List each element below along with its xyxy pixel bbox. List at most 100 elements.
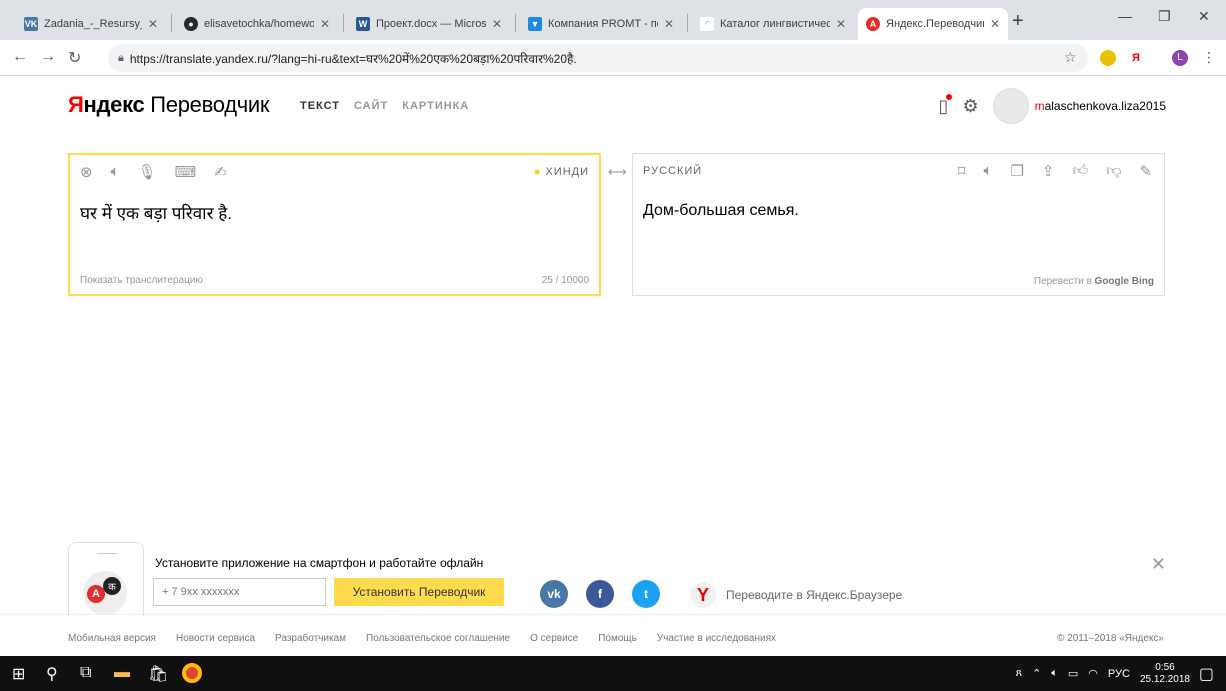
tab-promt[interactable]: ▼ Компания PROMT - пе ✕: [520, 8, 682, 40]
close-icon[interactable]: ✕: [836, 17, 846, 31]
promt-icon: ▼: [528, 17, 542, 31]
tab-title: Zadania_-_Resursy_2018: [44, 18, 142, 30]
source-language-select[interactable]: ● ХИНДИ: [534, 166, 589, 178]
target-language-select[interactable]: РУССКИЙ: [643, 165, 702, 177]
source-text-input[interactable]: घर में एक बड़ा परिवार है.: [80, 201, 232, 224]
menu-kebab-icon[interactable]: ⋮: [1202, 49, 1216, 66]
footer-link-research[interactable]: Участие в исследованиях: [657, 633, 776, 644]
speaker-icon[interactable]: 🔈︎: [983, 162, 992, 180]
settings-gear-icon[interactable]: ⚙: [962, 96, 978, 117]
collections-icon[interactable]: ▯: [939, 93, 953, 117]
word-icon: W: [356, 17, 370, 31]
tab-github[interactable]: ● elisavetochka/homewo ✕: [176, 8, 338, 40]
search-icon[interactable]: ⚲: [46, 664, 58, 684]
store-icon[interactable]: 🛍︎: [148, 664, 168, 684]
battery-icon[interactable]: ▭: [1068, 667, 1078, 680]
extension-icon[interactable]: [1100, 50, 1116, 66]
window-close-icon[interactable]: ✕: [1198, 8, 1210, 25]
minimize-icon[interactable]: —: [1118, 8, 1132, 24]
bookmark-star-icon[interactable]: ☆: [1064, 49, 1077, 66]
chevron-up-icon[interactable]: ⌃: [1032, 667, 1041, 680]
github-icon: ●: [184, 17, 198, 31]
other-engines-link[interactable]: Google Bing: [1095, 276, 1154, 287]
close-icon[interactable]: ✕: [148, 17, 158, 31]
close-icon[interactable]: ✕: [664, 17, 674, 31]
share-icon[interactable]: ⇪: [1042, 162, 1055, 180]
tab-site[interactable]: САЙТ: [354, 100, 388, 112]
new-tab-button[interactable]: +: [1012, 10, 1024, 33]
input-language[interactable]: РУС: [1108, 668, 1130, 680]
transliteration-link[interactable]: Показать транслитерацию: [80, 275, 203, 286]
restore-icon[interactable]: ❐: [1158, 8, 1171, 25]
footer-link-about[interactable]: О сервисе: [530, 633, 578, 644]
char-counter: 25 / 10000: [541, 275, 589, 286]
yandex-browser-link[interactable]: Y Переводите в Яндекс.Браузере: [690, 582, 902, 608]
tab-title: Компания PROMT - пе: [548, 18, 658, 30]
copy-icon[interactable]: ❐: [1010, 162, 1023, 180]
tab-word[interactable]: W Проект.docx — Micros ✕: [348, 8, 510, 40]
windows-start-icon[interactable]: ⊞: [12, 664, 25, 684]
mode-tabs: ТЕКСТ САЙТ КАРТИНКА: [300, 100, 469, 112]
catalog-icon: ◜: [700, 17, 714, 31]
promo-close-icon[interactable]: ✕: [1151, 554, 1166, 575]
url-input[interactable]: 🔒︎ https://translate.yandex.ru/?lang=hi-…: [108, 44, 1088, 72]
tab-title: elisavetochka/homewo: [204, 18, 314, 30]
edit-pencil-icon[interactable]: ✎: [1139, 162, 1152, 180]
vk-icon: VK: [24, 17, 38, 31]
footer-link-developers[interactable]: Разработчикам: [275, 633, 346, 644]
swap-languages-icon[interactable]: ⟷: [608, 164, 627, 180]
people-icon[interactable]: ጸ: [1016, 667, 1022, 680]
system-tray: ጸ ⌃ 🔈︎ ▭ ◠ РУС 0:56 25.12.2018: [1016, 656, 1190, 691]
chrome-icon[interactable]: [182, 663, 202, 683]
close-icon[interactable]: ✕: [990, 17, 1000, 31]
tab-title: Яндекс.Переводчик –: [886, 18, 984, 30]
translate-icon: A: [866, 17, 880, 31]
yandex-extension-icon[interactable]: Я: [1128, 50, 1144, 66]
copyright: © 2011–2018 «Яндекс»: [1057, 633, 1164, 644]
volume-icon[interactable]: 🔈︎: [1051, 667, 1058, 680]
thumbs-down-icon[interactable]: 👎︎: [1106, 162, 1121, 180]
source-panel[interactable]: ⊗ 🔈︎ 🎙︎ ⌨ ✍ ● ХИНДИ घर में एक बड़ा परिवा…: [68, 153, 601, 296]
clock[interactable]: 0:56 25.12.2018: [1140, 662, 1190, 686]
forward-icon[interactable]: →: [40, 48, 56, 66]
tab-yandex-translate[interactable]: A Яндекс.Переводчик – ✕: [858, 8, 1008, 40]
install-app-button[interactable]: Установить Переводчик: [334, 578, 504, 606]
tab-text[interactable]: ТЕКСТ: [300, 100, 340, 112]
avatar[interactable]: [992, 88, 1029, 124]
close-icon[interactable]: ✕: [320, 17, 330, 31]
task-view-icon[interactable]: ⧉: [80, 664, 91, 682]
reload-icon[interactable]: ↻: [68, 48, 81, 68]
twitter-icon[interactable]: t: [632, 580, 660, 608]
footer-link-news[interactable]: Новости сервиса: [176, 633, 255, 644]
tab-catalog[interactable]: ◜ Каталог лингвистическ ✕: [692, 8, 854, 40]
back-icon[interactable]: ←: [12, 48, 28, 66]
handwriting-icon[interactable]: ✍: [214, 163, 227, 181]
wifi-icon[interactable]: ◠: [1088, 667, 1098, 680]
tab-vk[interactable]: VK Zadania_-_Resursy_2018 ✕: [16, 8, 166, 40]
yandex-translate-logo[interactable]: Яндекс Переводчик: [68, 92, 270, 118]
file-explorer-icon[interactable]: ▬: [114, 664, 130, 682]
phone-number-input[interactable]: [153, 578, 326, 606]
translate-app-icon: क A: [83, 571, 127, 615]
promo-text: Установите приложение на смартфон и рабо…: [155, 556, 484, 570]
footer-link-terms[interactable]: Пользовательское соглашение: [366, 633, 510, 644]
footer: Мобильная версия Новости сервиса Разрабо…: [0, 614, 1226, 656]
clear-icon[interactable]: ⊗: [80, 163, 93, 181]
footer-link-mobile[interactable]: Мобильная версия: [68, 633, 156, 644]
url-text: https://translate.yandex.ru/?lang=hi-ru&…: [129, 51, 577, 66]
tab-image[interactable]: КАРТИНКА: [402, 100, 469, 112]
thumbs-up-icon[interactable]: 👍︎: [1073, 162, 1089, 180]
vk-icon[interactable]: vk: [540, 580, 568, 608]
username[interactable]: malaschenkova.liza2015: [1035, 99, 1166, 113]
close-icon[interactable]: ✕: [492, 17, 502, 31]
footer-link-help[interactable]: Помощь: [598, 633, 637, 644]
speaker-icon[interactable]: 🔈︎: [111, 163, 120, 181]
bookmark-icon[interactable]: ⌑: [958, 162, 966, 180]
profile-icon[interactable]: L: [1172, 50, 1188, 66]
keyboard-icon[interactable]: ⌨: [175, 163, 197, 181]
notifications-icon[interactable]: ▢: [1199, 664, 1214, 684]
tab-title: Каталог лингвистическ: [720, 18, 830, 30]
microphone-icon[interactable]: 🎙︎: [138, 163, 157, 181]
translation-output: Дом-большая семья.: [643, 202, 799, 219]
facebook-icon[interactable]: f: [586, 580, 614, 608]
